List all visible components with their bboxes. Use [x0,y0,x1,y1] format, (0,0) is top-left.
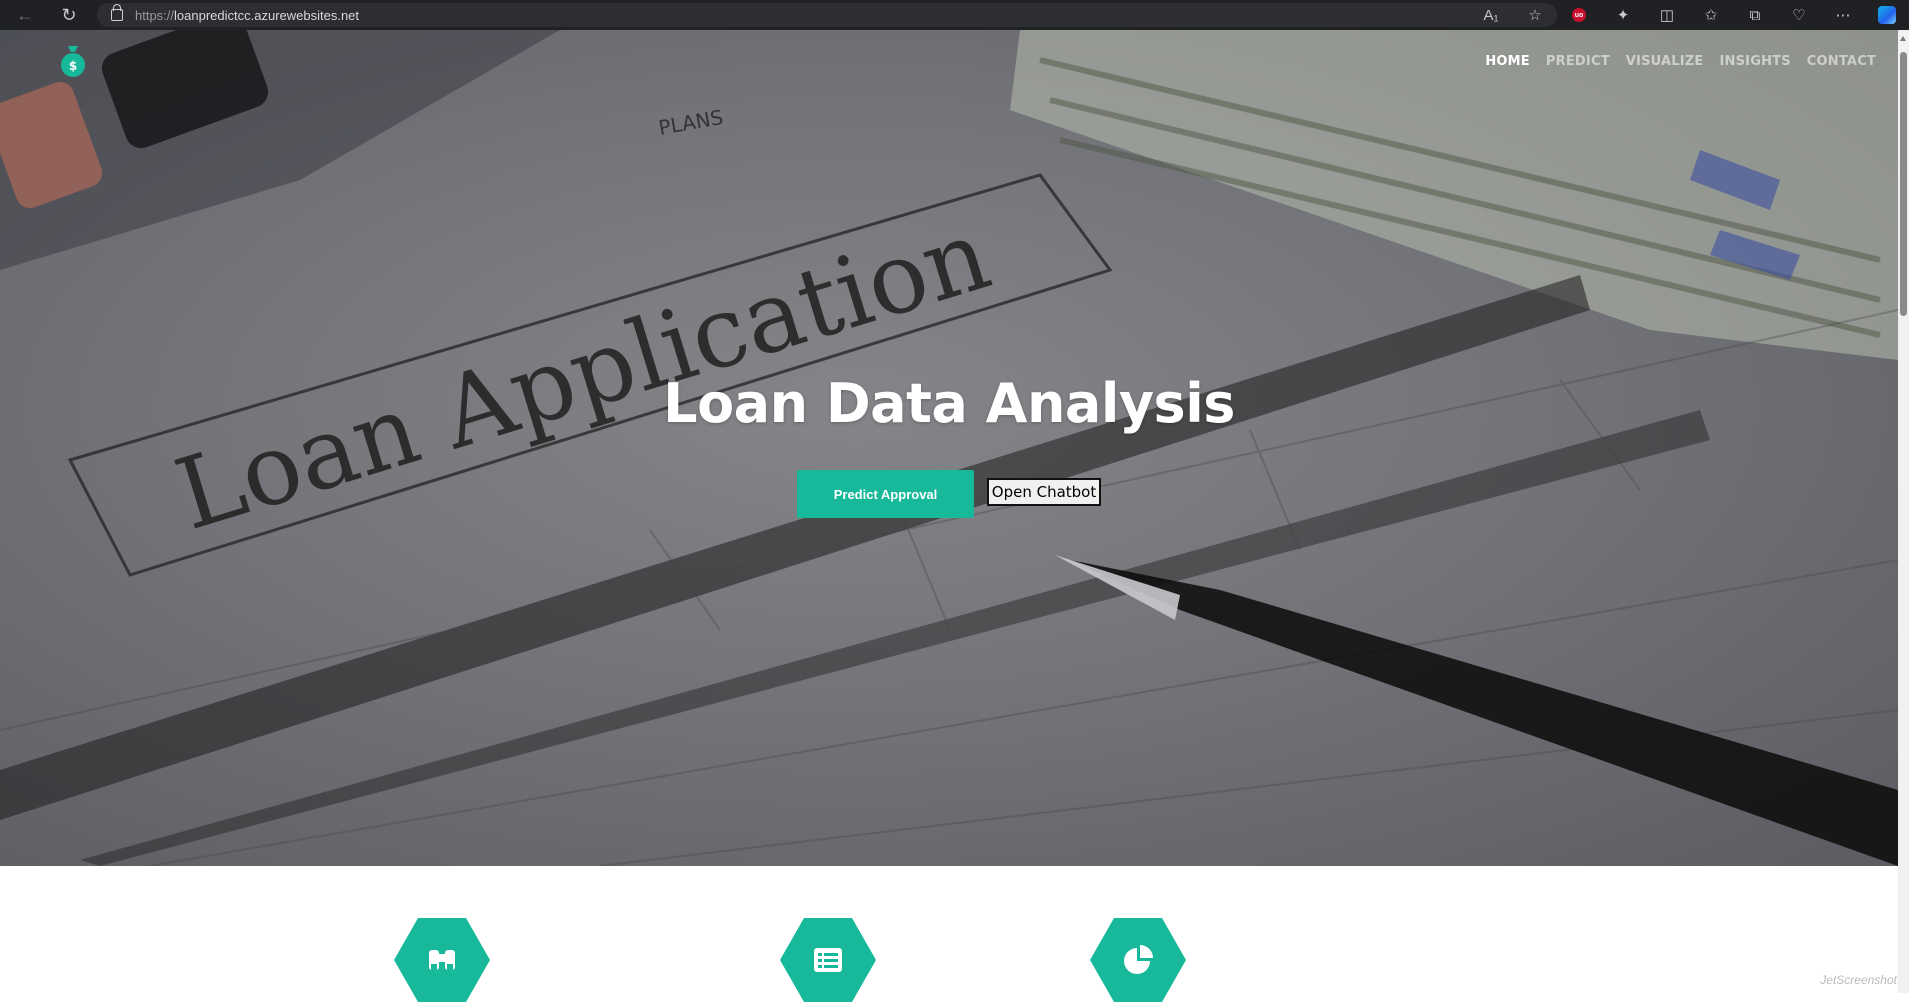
hero-section: Loan Application PLANS $ HOME PREDICT VI… [0,30,1898,866]
copilot-icon[interactable] [1865,0,1909,30]
nav-insights[interactable]: INSIGHTS [1719,54,1790,69]
refresh-icon[interactable]: ↻ [54,0,84,30]
feature-pie-chart-hex [1090,918,1186,1002]
feature-binoculars-hex [394,918,490,1002]
page-scrollbar[interactable] [1898,30,1909,993]
jetscreenshot-watermark: JetScreenshot [1820,973,1897,987]
address-bar[interactable]: https://loanpredictcc.azurewebsites.net [97,3,1557,27]
background-plans-text: PLANS [657,105,725,140]
svg-text:$: $ [69,59,77,73]
url-text: https://loanpredictcc.azurewebsites.net [135,8,359,23]
scrollbar-thumb[interactable] [1900,52,1907,316]
open-chatbot-button[interactable]: Open Chatbot [987,478,1101,506]
nav-home[interactable]: HOME [1485,54,1530,69]
binoculars-icon [424,942,460,978]
main-nav: HOME PREDICT VISUALIZE INSIGHTS CONTACT [1485,54,1876,69]
favorite-star-icon[interactable]: ☆ [1513,0,1557,30]
nav-visualize[interactable]: VISUALIZE [1626,54,1704,69]
list-icon [810,942,846,978]
nav-contact[interactable]: CONTACT [1807,54,1876,69]
predict-approval-button[interactable]: Predict Approval [797,470,974,518]
money-bag-logo-icon[interactable]: $ [60,44,86,78]
nav-predict[interactable]: PREDICT [1546,54,1610,69]
pie-chart-icon [1120,942,1156,978]
lock-icon[interactable] [111,9,123,21]
favorites-icon[interactable]: ✩ [1689,0,1733,30]
feature-list-hex [780,918,876,1002]
read-aloud-icon[interactable]: A₁ [1469,0,1513,30]
browser-essentials-icon[interactable]: ♡ [1777,0,1821,30]
scroll-up-arrow-icon[interactable] [1900,36,1906,41]
more-icon[interactable]: ⋯ [1821,0,1865,30]
ublock-icon[interactable]: uo [1557,0,1601,30]
hero-title: Loan Data Analysis [0,372,1898,435]
extensions-icon[interactable]: ✦ [1601,0,1645,30]
back-icon[interactable]: ← [10,0,40,30]
browser-toolbar: ← ↻ https://loanpredictcc.azurewebsites.… [0,0,1909,30]
split-screen-icon[interactable]: ◫ [1645,0,1689,30]
collections-icon[interactable]: ⧉ [1733,0,1777,30]
hero-background-image: Loan Application PLANS [0,30,1898,866]
